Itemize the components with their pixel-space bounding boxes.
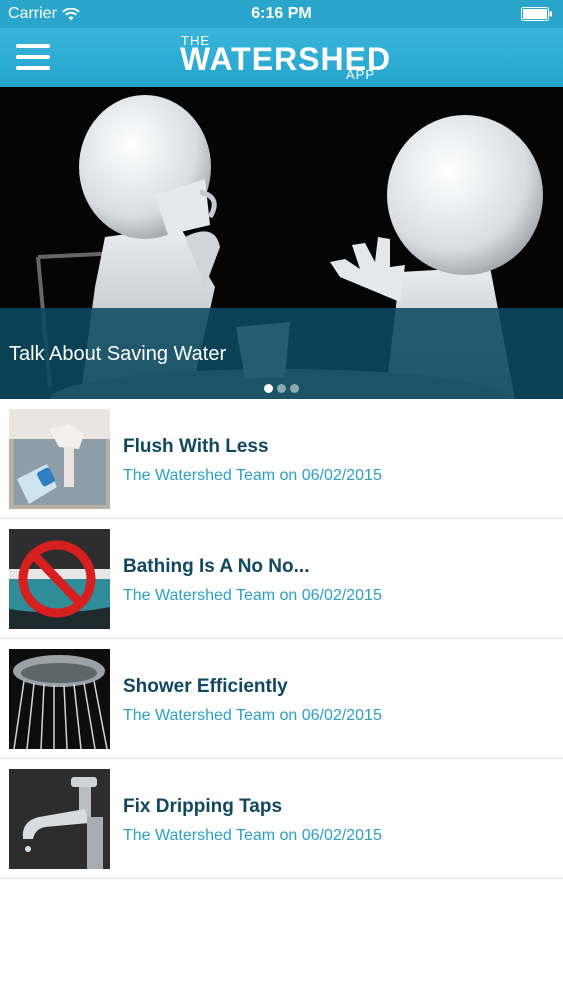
status-bar: Carrier 6:16 PM (0, 0, 563, 28)
logo-app-text: APP (346, 67, 376, 82)
hero-caption: Talk About Saving Water (9, 343, 227, 365)
article-meta: The Watershed Team on 06/02/2015 (123, 827, 382, 844)
nav-bar: THE WATERSHED APP (0, 28, 563, 87)
list-item[interactable]: Shower Efficiently The Watershed Team on… (0, 639, 563, 759)
article-meta: The Watershed Team on 06/02/2015 (123, 587, 382, 604)
article-title: Fix Dripping Taps (123, 796, 283, 817)
article-title: Flush With Less (123, 436, 269, 457)
carousel-page-indicator (0, 380, 563, 398)
battery-icon (521, 7, 552, 21)
carousel-dot-3[interactable] (290, 384, 299, 393)
carousel-dot-1[interactable] (264, 384, 273, 393)
hamburger-menu-icon[interactable] (16, 44, 50, 72)
dripping-tap-thumbnail (9, 769, 110, 869)
list-item[interactable]: Bathing Is A No No... The Watershed Team… (0, 519, 563, 639)
status-time: 6:16 PM (251, 5, 312, 22)
article-meta: The Watershed Team on 06/02/2015 (123, 467, 382, 484)
article-title: Bathing Is A No No... (123, 556, 310, 577)
hero-carousel[interactable]: Talk About Saving Water (0, 87, 563, 399)
toilet-cistern-thumbnail (9, 409, 110, 509)
app-logo: THE WATERSHED APP (180, 31, 390, 85)
article-list: Flush With Less The Watershed Team on 06… (0, 399, 563, 879)
bathtub-no-sign-thumbnail (9, 529, 110, 629)
list-item[interactable]: Flush With Less The Watershed Team on 06… (0, 399, 563, 519)
list-item[interactable]: Fix Dripping Taps The Watershed Team on … (0, 759, 563, 879)
article-meta: The Watershed Team on 06/02/2015 (123, 707, 382, 724)
shower-head-thumbnail (9, 649, 110, 749)
carousel-dot-2[interactable] (277, 384, 286, 393)
article-title: Shower Efficiently (123, 676, 288, 697)
